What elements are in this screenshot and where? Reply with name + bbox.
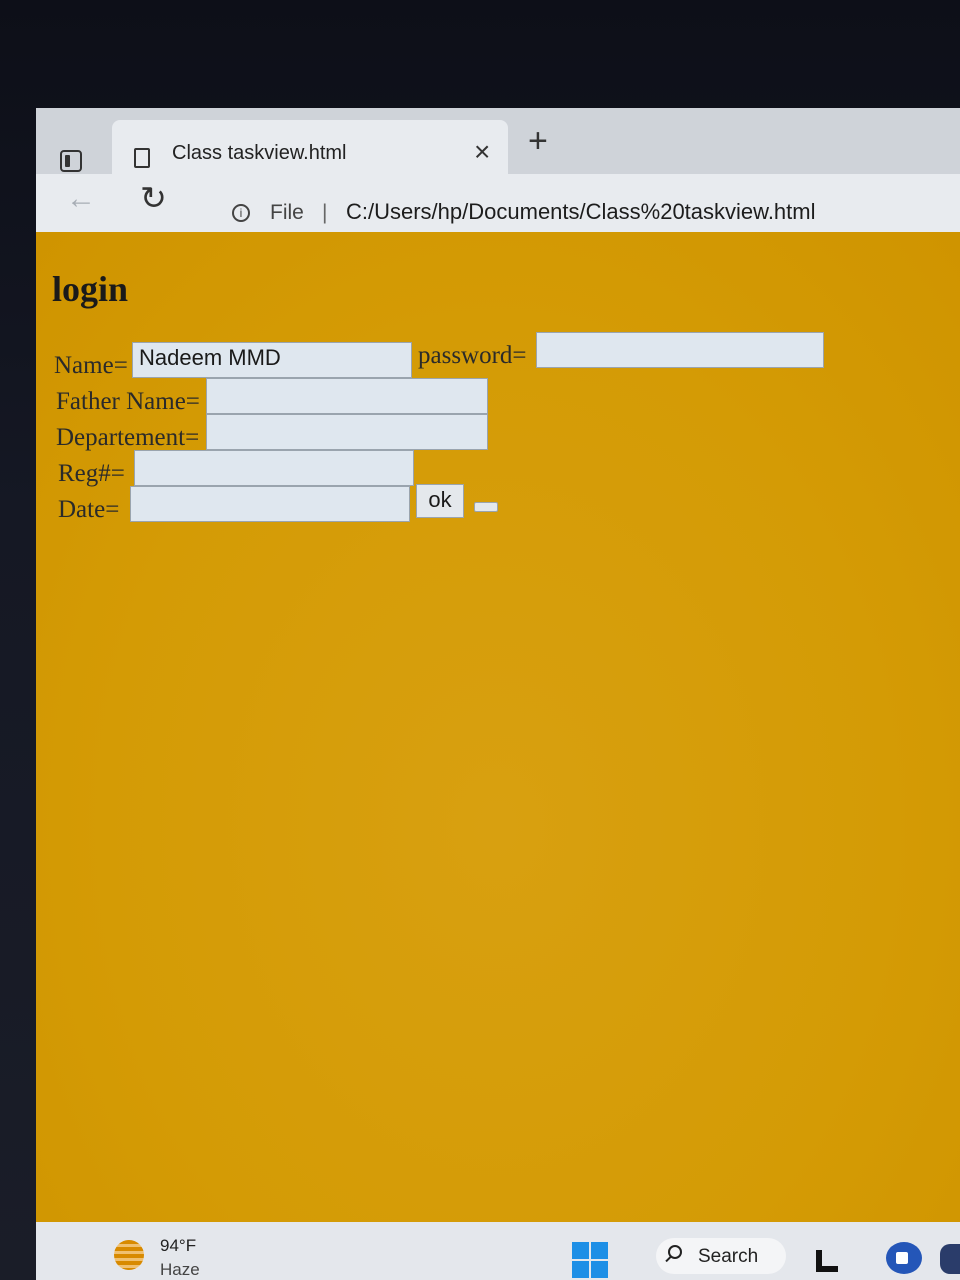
search-icon [668,1245,682,1259]
windows-start-icon[interactable] [572,1242,608,1278]
meet-now-icon[interactable] [886,1242,922,1274]
password-input[interactable] [536,332,824,368]
page-title: login [52,269,129,309]
browser-window: Class taskview.html × + ← ↻ i File | C:/… [36,108,960,1280]
document-icon [134,148,150,168]
start-tile [591,1261,608,1278]
name-label: Name= [54,352,128,379]
password-label: password= [418,342,527,369]
name-input[interactable]: Nadeem MMD [132,342,412,378]
small-button[interactable] [474,502,498,512]
father-name-input[interactable] [206,378,488,414]
date-input[interactable] [130,486,410,522]
start-tile [572,1261,589,1278]
tab-actions-icon[interactable] [60,150,82,172]
url-field[interactable]: C:/Users/hp/Documents/Class%20taskview.h… [346,199,816,225]
tab-title: Class taskview.html [172,142,347,164]
father-name-label: Father Name= [56,388,200,415]
weather-description[interactable]: Haze [160,1260,200,1280]
back-icon[interactable]: ← [66,184,96,214]
reg-label: Reg#= [58,460,125,487]
weather-temperature[interactable]: 94°F [160,1236,196,1256]
start-tile [572,1242,589,1259]
tab-active[interactable]: Class taskview.html × [112,120,508,174]
taskbar-search-button[interactable]: Search [656,1238,786,1274]
close-tab-icon[interactable]: × [474,138,490,166]
tab-strip: Class taskview.html × + [36,108,960,174]
department-label: Departement= [56,424,200,451]
address-bar: ← ↻ i File | C:/Users/hp/Documents/Class… [36,174,960,232]
pinned-app-icon[interactable] [940,1244,960,1274]
reg-input[interactable] [134,450,414,486]
address-separator: | [322,201,328,224]
search-label: Search [698,1246,759,1267]
new-tab-icon[interactable]: + [528,124,548,158]
start-tile [591,1242,608,1259]
refresh-icon[interactable]: ↻ [140,182,167,214]
ok-button[interactable]: ok [416,484,464,518]
department-input[interactable] [206,414,488,450]
page-content: login Name= Nadeem MMD password= Father … [36,232,960,1222]
task-view-icon[interactable] [816,1250,838,1272]
info-icon[interactable]: i [232,204,250,222]
haze-weather-icon[interactable] [114,1240,144,1270]
taskbar: 94°F Haze Search [36,1222,960,1280]
scheme-label: File [270,201,304,224]
date-label: Date= [58,496,120,523]
